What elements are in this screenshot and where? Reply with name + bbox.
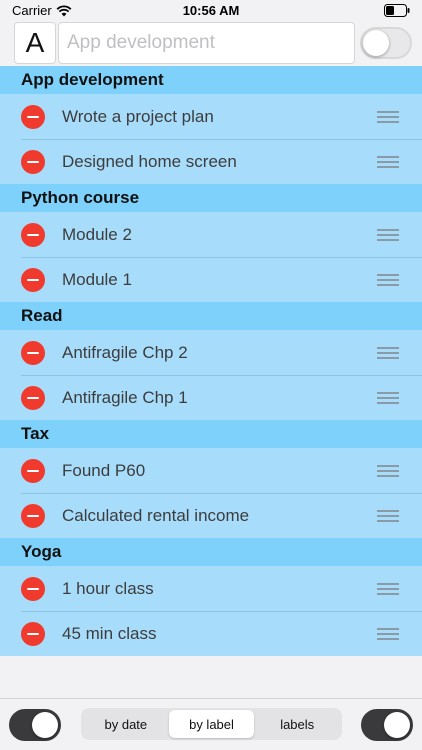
- section-header: Yoga: [0, 538, 422, 566]
- item-label: Found P60: [62, 460, 146, 480]
- delete-icon[interactable]: [21, 222, 45, 247]
- drag-handle-icon[interactable]: [377, 391, 399, 404]
- list-item[interactable]: Wrote a project plan: [0, 94, 422, 139]
- left-toggle[interactable]: [9, 709, 61, 741]
- segment-labels[interactable]: labels: [254, 710, 340, 738]
- delete-icon[interactable]: [21, 503, 45, 528]
- letter-button[interactable]: A: [14, 22, 56, 64]
- delete-icon[interactable]: [21, 340, 45, 365]
- delete-icon[interactable]: [21, 458, 45, 483]
- list-item[interactable]: Found P60: [0, 448, 422, 493]
- item-label: Antifragile Chp 2: [62, 342, 188, 362]
- delete-icon[interactable]: [21, 104, 45, 129]
- toggle-knob: [384, 712, 410, 738]
- top-bar: A: [0, 22, 422, 66]
- drag-handle-icon[interactable]: [377, 582, 399, 595]
- delete-icon[interactable]: [21, 149, 45, 174]
- section-header: Tax: [0, 420, 422, 448]
- battery-icon: [384, 4, 410, 17]
- section-header: Python course: [0, 184, 422, 212]
- bottom-bar: by date by label labels: [0, 698, 422, 750]
- item-label: Antifragile Chp 1: [62, 387, 188, 407]
- toggle-knob: [32, 712, 58, 738]
- segment-by-label[interactable]: by label: [168, 710, 255, 738]
- list-item[interactable]: Calculated rental income: [0, 493, 422, 538]
- item-label: Module 2: [62, 224, 132, 244]
- item-label: Wrote a project plan: [62, 106, 214, 126]
- delete-icon[interactable]: [21, 621, 45, 646]
- list-item[interactable]: 45 min class: [0, 611, 422, 656]
- segment-by-date[interactable]: by date: [83, 710, 169, 738]
- list-item[interactable]: Module 2: [0, 212, 422, 257]
- drag-handle-icon[interactable]: [377, 627, 399, 640]
- toggle-knob: [363, 30, 389, 56]
- list-item[interactable]: Designed home screen: [0, 139, 422, 184]
- drag-handle-icon[interactable]: [377, 273, 399, 286]
- item-label: Module 1: [62, 269, 132, 289]
- top-toggle[interactable]: [360, 27, 412, 59]
- sort-segmented-control: by date by label labels: [81, 708, 342, 740]
- drag-handle-icon[interactable]: [377, 509, 399, 522]
- status-time: 10:56 AM: [182, 3, 240, 18]
- item-label: 1 hour class: [62, 578, 154, 598]
- status-bar: Carrier 10:56 AM: [0, 0, 422, 22]
- item-label: Calculated rental income: [62, 505, 250, 525]
- search-input[interactable]: [58, 22, 355, 64]
- list-item[interactable]: Module 1: [0, 257, 422, 302]
- right-toggle[interactable]: [361, 709, 413, 741]
- drag-handle-icon[interactable]: [377, 228, 399, 241]
- drag-handle-icon[interactable]: [377, 346, 399, 359]
- delete-icon[interactable]: [21, 267, 45, 292]
- status-right: [384, 4, 410, 22]
- drag-handle-icon[interactable]: [377, 464, 399, 477]
- section-header: Read: [0, 302, 422, 330]
- list-item[interactable]: Antifragile Chp 2: [0, 330, 422, 375]
- delete-icon[interactable]: [21, 385, 45, 410]
- list-item[interactable]: 1 hour class: [0, 566, 422, 611]
- list-item[interactable]: Antifragile Chp 1: [0, 375, 422, 420]
- item-label: 45 min class: [62, 623, 157, 643]
- section-header: App development: [0, 66, 422, 94]
- delete-icon[interactable]: [21, 576, 45, 601]
- drag-handle-icon[interactable]: [377, 110, 399, 123]
- task-list: App development Wrote a project plan Des…: [0, 66, 422, 656]
- item-label: Designed home screen: [62, 151, 237, 171]
- drag-handle-icon[interactable]: [377, 155, 399, 168]
